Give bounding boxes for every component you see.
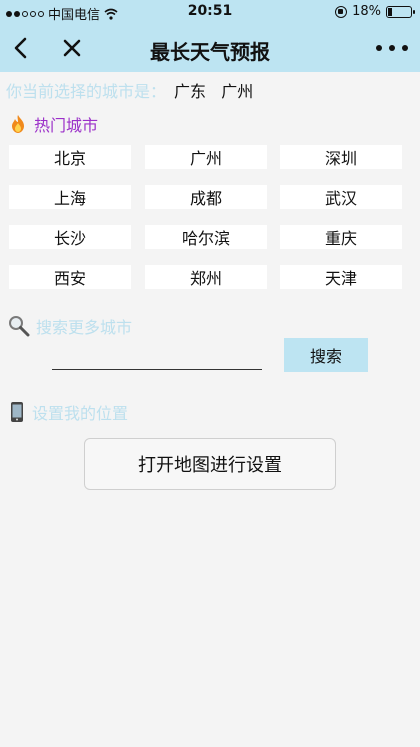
rotation-lock-icon [335, 5, 348, 18]
location-header: 设置我的位置 [8, 400, 128, 424]
open-map-button[interactable]: 打开地图进行设置 [84, 438, 336, 490]
hot-city-button[interactable]: 广州 [145, 145, 267, 169]
phone-icon [11, 402, 23, 422]
hot-city-button[interactable]: 重庆 [280, 225, 402, 249]
fire-icon [12, 115, 24, 133]
nav-bar: 最长天气预报 [0, 24, 420, 72]
hot-city-button[interactable]: 上海 [9, 185, 131, 209]
location-title: 设置我的位置 [32, 404, 129, 423]
city-search-input[interactable] [52, 342, 262, 370]
hot-city-button[interactable]: 北京 [9, 145, 131, 169]
hot-city-button[interactable]: 成都 [145, 185, 267, 209]
page-title: 最长天气预报 [150, 40, 270, 64]
hot-city-button[interactable]: 武汉 [280, 185, 402, 209]
hot-cities-header: 热门城市 [8, 112, 98, 136]
search-title: 搜索更多城市 [36, 318, 133, 337]
battery-icon [386, 5, 415, 18]
top-bar: 中国电信 20:51 18% 最长天气预报 [0, 0, 420, 72]
more-options-icon[interactable] [376, 34, 408, 62]
hot-cities-title: 热门城市 [34, 116, 99, 135]
magnifier-icon [9, 316, 30, 337]
hot-city-button[interactable]: 天津 [280, 265, 402, 289]
hot-city-button[interactable]: 哈尔滨 [145, 225, 267, 249]
hot-city-button[interactable]: 深圳 [280, 145, 402, 169]
search-button[interactable]: 搜索 [284, 338, 368, 372]
status-bar: 中国电信 20:51 18% [0, 0, 420, 24]
hot-city-button[interactable]: 郑州 [145, 265, 267, 289]
hot-city-button[interactable]: 长沙 [9, 225, 131, 249]
search-header: 搜索更多城市 [8, 314, 132, 338]
current-city-value: 广东 广州 [174, 82, 254, 101]
hot-city-button[interactable]: 西安 [9, 265, 131, 289]
battery-percent: 18% [352, 4, 381, 19]
current-city-label: 你当前选择的城市是： [6, 82, 167, 101]
current-city: 你当前选择的城市是： 广东 广州 [6, 78, 253, 102]
